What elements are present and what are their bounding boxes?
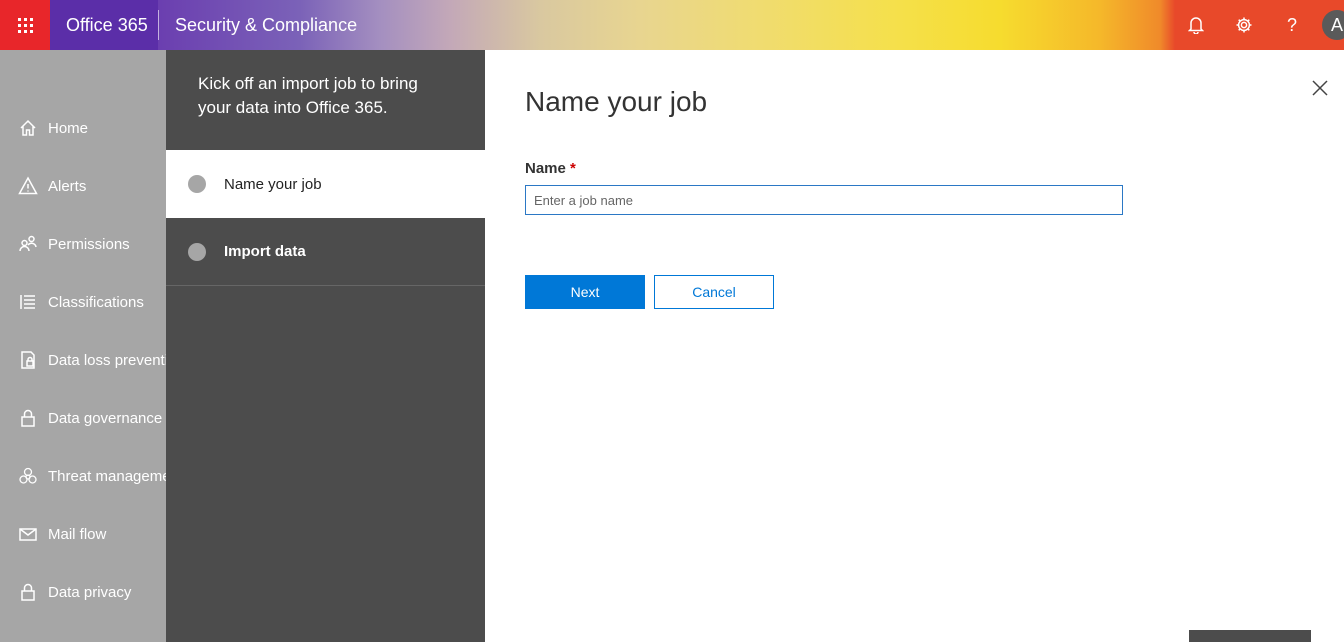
page-title: Name your job: [525, 86, 708, 117]
nav-label-home: Home: [48, 119, 89, 137]
main-panel: Name your job Name * Next Cancel: [485, 50, 1344, 642]
name-field-label: Name *: [525, 160, 576, 177]
nav-item-home[interactable]: Home: [0, 108, 166, 148]
nav-label-permissions: Permissions: [48, 235, 130, 253]
nav-label-data-privacy: Data privacy: [48, 583, 132, 601]
job-name-input[interactable]: [525, 185, 1123, 215]
nav-label-alerts: Alerts: [48, 177, 87, 195]
nav-item-mail-flow[interactable]: Mail flow: [0, 514, 166, 554]
step-indicator-icon: [188, 175, 206, 193]
nav-item-classifications[interactable]: Classifications: [0, 282, 166, 322]
required-marker: *: [570, 160, 576, 177]
permissions-icon: [18, 234, 38, 254]
step-name-your-job[interactable]: Name your job: [166, 150, 485, 218]
home-icon: [18, 118, 38, 138]
app-launcher-button[interactable]: [0, 0, 50, 50]
help-button[interactable]: ?: [1268, 0, 1316, 50]
office-365-brand[interactable]: Office 365: [50, 0, 158, 50]
top-bar: Office 365 Security & Compliance ? A: [0, 0, 1344, 50]
gear-icon: [1236, 17, 1252, 33]
step-label: Name your job: [224, 175, 322, 193]
cancel-button[interactable]: Cancel: [654, 275, 774, 309]
lock-icon: [18, 582, 38, 602]
close-icon: [1312, 80, 1328, 96]
alert-icon: [18, 176, 38, 196]
wizard-steps-panel: Kick off an import job to bring your dat…: [166, 50, 485, 642]
avatar[interactable]: A: [1322, 10, 1344, 40]
nav-label-classifications: Classifications: [48, 293, 144, 311]
nav-label-mail-flow: Mail flow: [48, 525, 107, 543]
left-nav: Home Alerts Permissions Classifications …: [0, 50, 166, 642]
close-button[interactable]: [1310, 78, 1330, 98]
biohazard-icon: [18, 466, 38, 486]
step-import-data[interactable]: Import data: [166, 218, 485, 286]
list-icon: [18, 292, 38, 312]
footer-block: [1189, 630, 1311, 642]
lock-icon: [18, 408, 38, 428]
wizard-header: Kick off an import job to bring your dat…: [198, 74, 418, 117]
help-icon: ?: [1286, 14, 1297, 35]
name-label-text: Name: [525, 160, 566, 177]
next-button[interactable]: Next: [525, 275, 645, 309]
nav-item-data-governance[interactable]: Data governance: [0, 398, 166, 438]
mail-icon: [18, 524, 38, 544]
bell-icon: [1188, 17, 1204, 34]
nav-label-data-governance: Data governance: [48, 409, 163, 427]
notifications-button[interactable]: [1172, 0, 1220, 50]
nav-item-data-privacy[interactable]: Data privacy: [0, 572, 166, 612]
app-title[interactable]: Security & Compliance: [159, 0, 357, 50]
dlp-icon: [18, 350, 38, 370]
settings-button[interactable]: [1220, 0, 1268, 50]
nav-label-threat-management: Threat management: [48, 467, 166, 485]
header-actions: ? A: [1172, 0, 1344, 50]
step-label: Import data: [224, 243, 306, 260]
nav-item-permissions[interactable]: Permissions: [0, 224, 166, 264]
nav-item-alerts[interactable]: Alerts: [0, 166, 166, 206]
nav-label-data-loss-prevention: Data loss prevention: [48, 351, 166, 369]
waffle-icon: [17, 17, 33, 33]
nav-item-data-loss-prevention[interactable]: Data loss prevention: [0, 340, 166, 380]
step-indicator-icon: [188, 242, 206, 261]
nav-item-threat-management[interactable]: Threat management: [0, 456, 166, 496]
